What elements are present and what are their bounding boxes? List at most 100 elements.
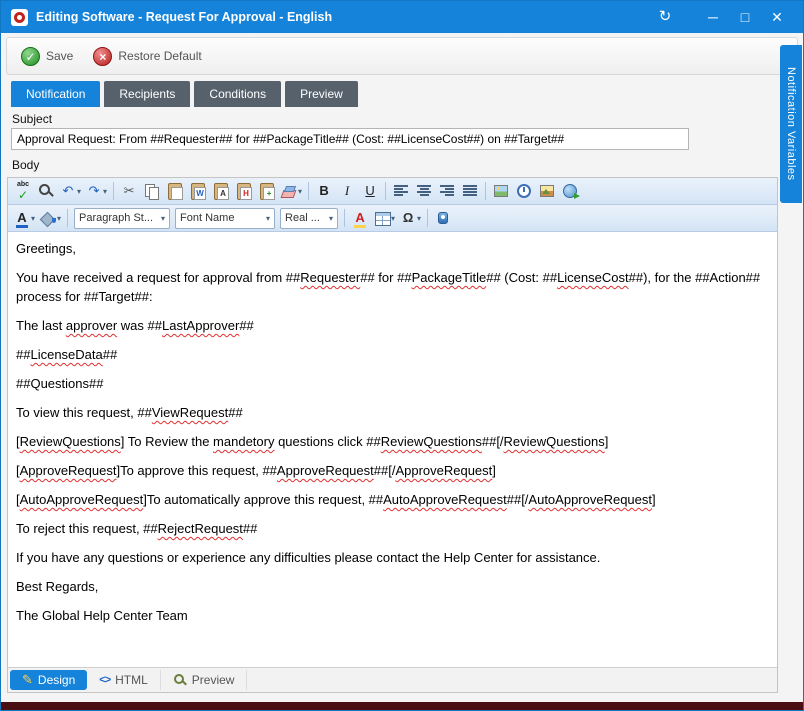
italic-icon: I [339,183,355,199]
toolbar-separator [113,182,114,200]
app-icon [11,9,28,26]
tab-design[interactable]: ✎ Design [10,670,87,690]
minimize-icon[interactable]: ─ [697,4,729,30]
cut-icon[interactable]: ✂ [118,180,140,202]
window-body: ✓ Save × Restore Default Notification Re… [1,33,803,710]
italic-icon[interactable]: I [336,180,358,202]
paste-icon[interactable] [164,180,186,202]
body-paragraph: [ApproveRequest]To approve this request,… [16,461,769,480]
restore-default-button[interactable]: × Restore Default [83,41,211,71]
body-paragraph: ##Questions## [16,374,769,393]
font-name-select[interactable]: Font Name▾ [175,208,275,229]
chevron-down-icon: ▾ [298,187,302,196]
command-toolbar: ✓ Save × Restore Default [6,37,798,75]
align-center-icon[interactable] [413,180,435,202]
spellcheck-icon[interactable] [12,180,34,202]
body-paragraph: To reject this request, ##RejectRequest#… [16,519,769,538]
body-paragraph: [AutoApproveRequest]To automatically app… [16,490,769,509]
justify-icon [462,183,478,199]
insert-link-icon[interactable] [559,180,581,202]
font-size-select[interactable]: Real ...▾ [280,208,338,229]
magnifier-icon [173,673,187,687]
paste-plain-text-icon[interactable] [210,180,232,202]
paste-special-icon[interactable] [256,180,278,202]
body-paragraph: ##LicenseData## [16,345,769,364]
undo-icon[interactable]: ↶▾ [58,180,83,202]
paragraph-style-select-value: Paragraph St... [79,212,161,224]
tab-conditions[interactable]: Conditions [194,81,281,107]
toolbar-separator [385,182,386,200]
body-paragraph: The last approver was ##LastApprover## [16,316,769,335]
align-right-icon[interactable] [436,180,458,202]
redo-icon[interactable]: ↷▾ [84,180,109,202]
font-size-select-value: Real ... [285,212,329,224]
insert-link-icon [562,183,578,199]
insert-photo-icon [539,183,555,199]
font-color-icon[interactable]: A▾ [12,207,37,229]
chevron-down-icon: ▾ [417,214,421,223]
toolbar-separator [308,182,309,200]
paragraph-style-select[interactable]: Paragraph St...▾ [74,208,170,229]
find-icon[interactable] [35,180,57,202]
underline-icon[interactable]: U [359,180,381,202]
copy-icon[interactable] [141,180,163,202]
body-paragraph: Greetings, [16,239,769,258]
bottom-edge-strip [1,702,803,710]
save-button[interactable]: ✓ Save [11,41,83,71]
pencil-icon: ✎ [22,672,33,688]
paste-special-icon [259,183,275,199]
body-paragraph: If you have any questions or experience … [16,548,769,567]
editor-toolbar-row2: A▾▾Paragraph St...▾Font Name▾Real ...▾A▾… [8,205,777,232]
insert-photo-icon[interactable] [536,180,558,202]
text-highlight-icon: A [352,210,368,226]
tab-notification[interactable]: Notification [11,81,100,107]
bold-icon[interactable]: B [313,180,335,202]
format-painter-icon[interactable]: ▾ [279,180,304,202]
paste-icon [167,183,183,199]
notification-variables-tab[interactable]: Notification Variables [780,45,802,203]
find-icon [38,183,54,199]
font-name-select-value: Font Name [180,212,266,224]
subject-input[interactable] [11,128,689,150]
paste-as-html-icon[interactable] [233,180,255,202]
tab-preview-label: Preview [192,673,235,687]
insert-time-icon[interactable] [513,180,535,202]
tab-html[interactable]: <> HTML [87,670,161,690]
table-icon[interactable]: ▾ [372,207,397,229]
fill-color-icon [40,210,56,226]
toolbar-separator [485,182,486,200]
chevron-down-icon: ▾ [329,214,333,223]
refresh-icon[interactable]: ↻ [649,4,681,30]
close-icon[interactable]: ✕ [761,4,793,30]
toolbar-separator [67,209,68,227]
underline-icon: U [362,183,378,199]
align-left-icon[interactable] [390,180,412,202]
fill-color-icon[interactable]: ▾ [38,207,63,229]
insert-object-icon[interactable] [432,207,454,229]
toolbar-separator [427,209,428,227]
bold-icon: B [316,183,332,199]
tab-design-label: Design [38,673,75,687]
paste-from-word-icon[interactable] [187,180,209,202]
save-button-label: Save [46,49,73,63]
redo-icon: ↷ [86,183,102,199]
maximize-icon[interactable]: □ [729,4,761,30]
restore-default-label: Restore Default [118,49,201,63]
tab-preview-view[interactable]: Preview [161,670,248,690]
undo-icon: ↶ [60,183,76,199]
editor-toolbar-row1: ↶▾↷▾ ✂ ▾ BIU [8,178,777,205]
symbol-icon[interactable]: Ω▾ [398,207,423,229]
insert-image-icon[interactable] [490,180,512,202]
symbol-icon: Ω [400,210,416,226]
justify-icon[interactable] [459,180,481,202]
text-highlight-icon[interactable]: A [349,207,371,229]
tab-preview[interactable]: Preview [285,81,358,107]
editor-body[interactable]: Greetings,You have received a request fo… [8,232,777,667]
chevron-down-icon: ▾ [266,214,270,223]
insert-time-icon [516,183,532,199]
tab-recipients[interactable]: Recipients [104,81,190,107]
table-icon [374,210,390,226]
chevron-down-icon: ▾ [161,214,165,223]
align-center-icon [416,183,432,199]
spellcheck-icon [15,183,31,199]
